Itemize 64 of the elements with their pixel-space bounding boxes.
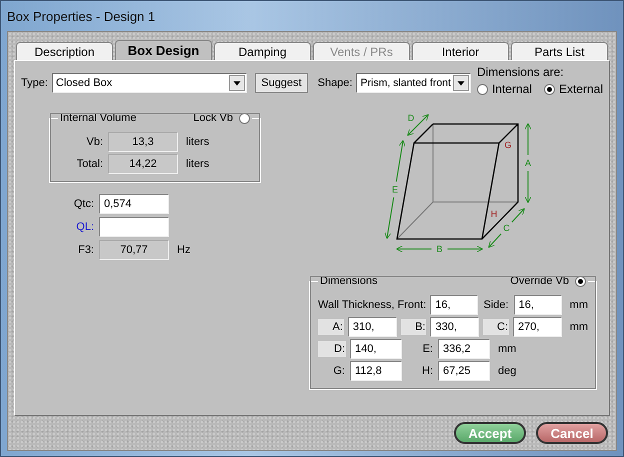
dimension-label: H bbox=[490, 209, 498, 219]
field-label: D: bbox=[318, 341, 346, 357]
radio-button[interactable] bbox=[544, 84, 555, 94]
input-field[interactable]: 112,8 bbox=[350, 361, 402, 381]
field-label: Vb: bbox=[85, 135, 104, 150]
suggest-button[interactable]: Suggest bbox=[255, 72, 308, 92]
tab[interactable]: Damping bbox=[214, 42, 311, 60]
tab[interactable]: Parts List bbox=[511, 42, 608, 60]
unit-label: mm bbox=[570, 299, 588, 311]
field-label: B: bbox=[400, 319, 426, 335]
dimension-label: C bbox=[503, 223, 510, 233]
dimension-label: D bbox=[408, 113, 414, 123]
input-field[interactable]: 67,25 bbox=[438, 361, 490, 381]
field-label: Wall Thickness, Front: bbox=[318, 299, 426, 311]
dimension-label: A bbox=[525, 158, 531, 168]
field-label: H: bbox=[421, 364, 434, 379]
unit-label: mm bbox=[570, 321, 588, 333]
unit-label: Hz bbox=[177, 244, 190, 256]
lock-vb-radio[interactable] bbox=[239, 112, 250, 124]
field-label: E: bbox=[422, 342, 434, 357]
tab[interactable]: Box Design bbox=[115, 40, 212, 60]
input-field[interactable]: 16, bbox=[514, 295, 562, 315]
radio-option[interactable]: Internal bbox=[476, 82, 532, 96]
input-field[interactable]: 330, bbox=[430, 317, 480, 337]
unit-label: deg bbox=[498, 365, 516, 377]
field-label: Side: bbox=[482, 298, 510, 313]
window-title: Box Properties - Design 1 bbox=[7, 8, 156, 24]
input-field[interactable]: 0,574 bbox=[99, 194, 169, 214]
field-label: QL: bbox=[75, 220, 95, 235]
dimension-label: G bbox=[504, 140, 512, 150]
input-field[interactable]: 140, bbox=[350, 339, 402, 359]
unit-label: liters bbox=[186, 136, 210, 148]
dimension-label: B bbox=[436, 244, 442, 254]
unit-label: liters bbox=[186, 158, 210, 170]
dimension-arrow bbox=[488, 208, 525, 248]
input-field[interactable]: 270, bbox=[513, 317, 562, 337]
group-title: Dimensions bbox=[318, 275, 380, 287]
group-title: Internal Volume bbox=[58, 112, 138, 124]
field-label: Total: bbox=[76, 157, 104, 172]
radio-button[interactable] bbox=[476, 84, 488, 94]
radio-option[interactable]: External bbox=[544, 82, 603, 96]
readonly-field: 13,3 bbox=[108, 132, 178, 152]
dimension-label: E bbox=[392, 184, 398, 194]
tab[interactable]: Interior bbox=[412, 42, 509, 60]
input-field[interactable]: 310, bbox=[348, 317, 397, 337]
field-label: F3: bbox=[77, 243, 95, 258]
field-label: Dimensions are: bbox=[476, 65, 565, 79]
type-dropdown[interactable]: Closed Box bbox=[52, 72, 248, 92]
field-label: A: bbox=[318, 319, 344, 335]
input-field[interactable]: 336,2 bbox=[438, 339, 490, 359]
tab[interactable]: Description bbox=[16, 42, 113, 60]
readonly-field: 70,77 bbox=[99, 240, 169, 260]
dimension-arrow bbox=[407, 114, 429, 136]
override-vb-radio[interactable] bbox=[575, 276, 586, 286]
field-label: Shape: bbox=[318, 76, 352, 88]
field-label: C: bbox=[483, 319, 510, 335]
field-label: Qtc: bbox=[72, 197, 95, 212]
unit-label: mm bbox=[498, 343, 516, 355]
readonly-field: 14,22 bbox=[108, 154, 178, 174]
input-field[interactable]: 16, bbox=[430, 295, 478, 315]
field-label: Type: bbox=[21, 76, 48, 88]
input-field[interactable] bbox=[99, 217, 169, 237]
shape-dropdown[interactable]: Prism, slanted front bbox=[356, 72, 471, 92]
field-label: G: bbox=[332, 364, 346, 379]
